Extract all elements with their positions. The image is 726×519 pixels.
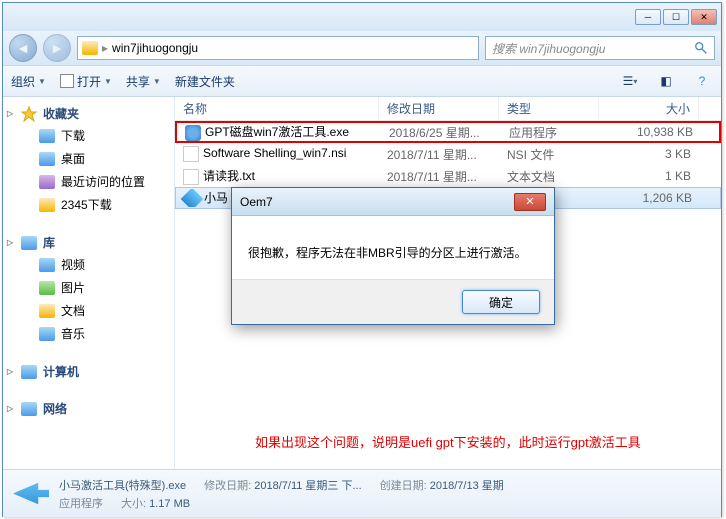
breadcrumb-current[interactable]: win7jihuogongju [112,41,198,55]
file-size: 1,206 KB [600,191,700,205]
status-create-label: 创建日期: [380,480,427,492]
share-menu[interactable]: 共享▼ [126,73,161,90]
sidebar-libraries[interactable]: 库 [3,230,174,253]
sidebar-music[interactable]: 音乐 [3,322,174,345]
dialog-close-button[interactable]: ✕ [514,193,546,211]
file-row[interactable]: Software Shelling_win7.nsi 2018/7/11 星期..… [175,143,721,165]
status-size-label: 大小: [121,498,146,510]
file-date: 2018/6/25 星期... [381,124,501,141]
music-icon [39,327,55,341]
col-size[interactable]: 大小 [599,97,699,120]
organize-menu[interactable]: 组织▼ [11,73,46,90]
search-icon [694,41,708,55]
network-icon [21,402,37,416]
toolbar: 组织▼ 打开▼ 共享▼ 新建文件夹 ☰▾ ◧ ? [3,65,721,97]
file-date: 2018/7/11 星期... [379,168,499,185]
sidebar-downloads[interactable]: 下载 [3,124,174,147]
back-button[interactable]: ◄ [9,34,37,62]
library-icon [21,236,37,250]
download-icon [39,129,55,143]
explorer-window: ─ ☐ ✕ ◄ ► ▸ win7jihuogongju 搜索 win7jihuo… [2,2,722,517]
status-filename: 小马激活工具(特殊型).exe [59,477,186,493]
sidebar-computer[interactable]: 计算机 [3,359,174,382]
status-mod-date: 2018/7/11 星期三 下... [254,480,361,492]
view-button[interactable]: ☰▾ [619,71,641,91]
file-type: 应用程序 [501,124,601,141]
close-button[interactable]: ✕ [691,9,717,25]
status-size: 1.17 MB [149,498,190,510]
document-icon [39,304,55,318]
breadcrumb-separator: ▸ [102,41,108,55]
navigation-row: ◄ ► ▸ win7jihuogongju 搜索 win7jihuogongju [3,31,721,65]
minimize-button[interactable]: ─ [635,9,661,25]
file-icon [181,189,204,207]
desktop-icon [39,152,55,166]
forward-button[interactable]: ► [43,34,71,62]
dialog-title: Oem7 [240,195,273,209]
file-size: 10,938 KB [601,125,701,139]
file-type: 文本文档 [499,168,599,185]
file-name: Software Shelling_win7.nsi [203,146,346,160]
file-row[interactable]: GPT磁盘win7激活工具.exe 2018/6/25 星期...应用程序10,9… [175,121,721,143]
file-name: GPT磁盘win7激活工具.exe [205,125,349,139]
preview-pane-button[interactable]: ◧ [655,71,677,91]
col-type[interactable]: 类型 [499,97,599,120]
search-placeholder: 搜索 win7jihuogongju [492,40,605,57]
folder-icon [82,41,98,55]
sidebar-network[interactable]: 网络 [3,396,174,419]
video-icon [39,258,55,272]
dialog-message: 很抱歉，程序无法在非MBR引导的分区上进行激活。 [232,216,554,279]
new-folder-button[interactable]: 新建文件夹 [175,73,235,90]
file-name: 请读我.txt [203,169,255,183]
col-name[interactable]: 名称 [175,97,379,120]
maximize-button[interactable]: ☐ [663,9,689,25]
error-dialog: Oem7 ✕ 很抱歉，程序无法在非MBR引导的分区上进行激活。 确定 [231,187,555,325]
col-date[interactable]: 修改日期 [379,97,499,120]
file-name: 小马 [204,191,228,205]
annotation-text: 如果出现这个问题，说明是uefi gpt下安装的，此时运行gpt激活工具 [235,424,661,459]
file-icon [185,125,201,141]
file-date: 2018/7/11 星期... [379,146,499,163]
file-size: 1 KB [599,169,699,183]
sidebar: 收藏夹 下载 桌面 最近访问的位置 2345下载 库 视频 图片 文档 音乐 计… [3,97,175,469]
file-type-icon [13,476,49,512]
recent-icon [39,175,55,189]
sidebar-pictures[interactable]: 图片 [3,276,174,299]
sidebar-recent[interactable]: 最近访问的位置 [3,170,174,193]
sidebar-videos[interactable]: 视频 [3,253,174,276]
dialog-titlebar[interactable]: Oem7 ✕ [232,188,554,216]
file-type: NSI 文件 [499,146,599,163]
help-button[interactable]: ? [691,71,713,91]
status-mod-label: 修改日期: [204,480,251,492]
status-apptype: 应用程序 [59,495,103,511]
file-icon [183,169,199,185]
star-icon [21,106,37,122]
open-button[interactable]: 打开▼ [60,73,112,90]
file-icon [183,146,199,162]
search-input[interactable]: 搜索 win7jihuogongju [485,36,715,60]
sidebar-favorites[interactable]: 收藏夹 [3,101,174,124]
titlebar: ─ ☐ ✕ [3,3,721,31]
status-create-date: 2018/7/13 星期 [430,480,504,492]
file-row[interactable]: 请读我.txt 2018/7/11 星期...文本文档1 KB [175,165,721,187]
address-bar[interactable]: ▸ win7jihuogongju [77,36,479,60]
column-headers: 名称 修改日期 类型 大小 [175,97,721,121]
status-bar: 小马激活工具(特殊型).exe 修改日期: 2018/7/11 星期三 下...… [3,469,721,517]
computer-icon [21,365,37,379]
dialog-ok-button[interactable]: 确定 [462,290,540,314]
sidebar-documents[interactable]: 文档 [3,299,174,322]
sidebar-desktop[interactable]: 桌面 [3,147,174,170]
picture-icon [39,281,55,295]
folder-icon [39,198,55,212]
sidebar-2345[interactable]: 2345下载 [3,193,174,216]
file-size: 3 KB [599,147,699,161]
open-icon [60,74,74,88]
